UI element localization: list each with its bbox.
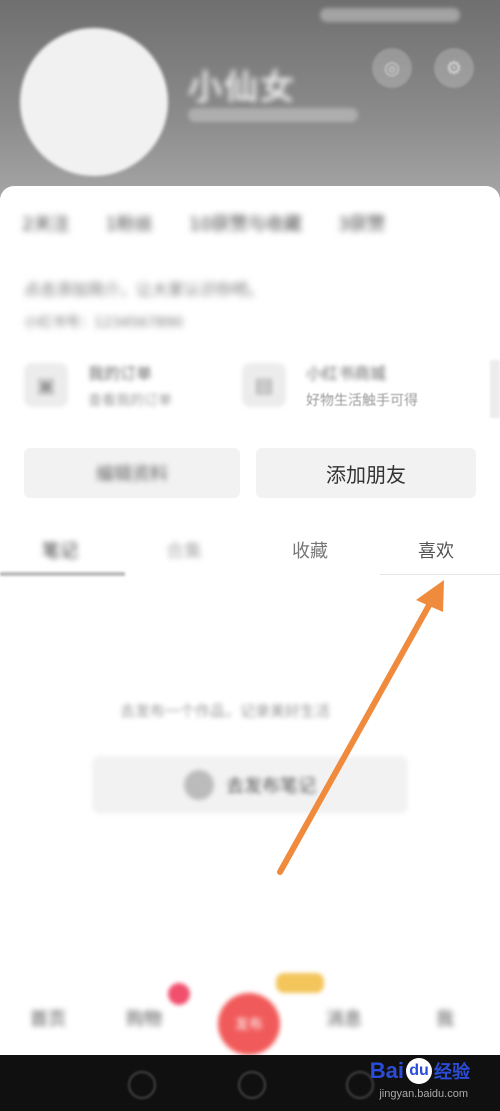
- annotation-arrow: [277, 580, 444, 875]
- arrow-shaft: [277, 597, 435, 875]
